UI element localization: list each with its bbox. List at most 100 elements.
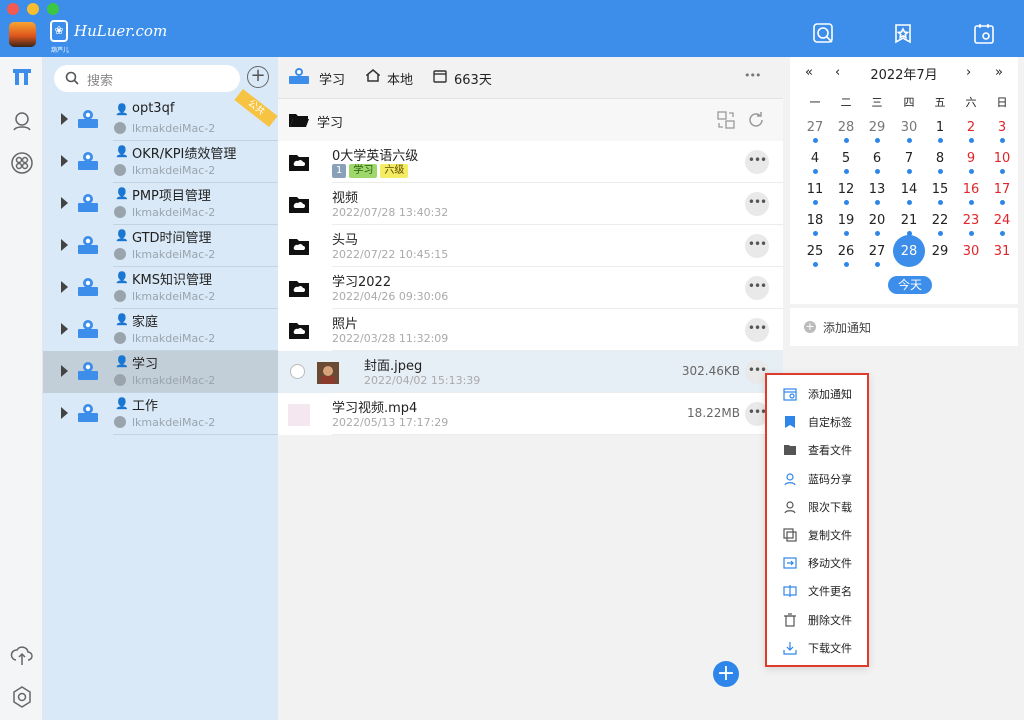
calendar-day[interactable]: 24 — [989, 213, 1015, 228]
next-year-button[interactable]: » — [995, 65, 1003, 80]
calendar-day[interactable]: 10 — [989, 151, 1015, 166]
calendar-day[interactable]: 7 — [896, 151, 922, 166]
file-row[interactable]: 学习2022 2022/04/26 09:30:06 ••• — [278, 267, 783, 309]
location-label[interactable]: 本地 — [387, 69, 413, 88]
menu-item[interactable]: 添加通知 — [767, 380, 867, 408]
app-icon[interactable] — [9, 22, 36, 47]
calendar-day[interactable]: 3 — [989, 120, 1015, 135]
menu-item[interactable]: 查看文件 — [767, 436, 867, 464]
more-options-button[interactable]: ••• — [745, 318, 769, 342]
file-row[interactable]: 照片 2022/03/28 11:32:09 ••• — [278, 309, 783, 351]
calendar-day[interactable]: 29 — [927, 244, 953, 259]
file-tag[interactable]: 1 — [332, 164, 347, 178]
more-options-button[interactable]: ••• — [745, 234, 769, 258]
select-radio[interactable] — [290, 364, 305, 379]
calendar-day[interactable]: 1 — [927, 120, 953, 135]
library-item[interactable]: 👤 GTD时间管理 lkmakdeiMac-2 — [43, 225, 278, 267]
calendar-day[interactable]: 16 — [958, 182, 984, 197]
more-options-button[interactable]: ••• — [745, 276, 769, 300]
calendar-day[interactable]: 31 — [989, 244, 1015, 259]
settings-icon[interactable] — [10, 685, 34, 709]
menu-item[interactable]: 复制文件 — [767, 521, 867, 549]
calendar-day[interactable]: 22 — [927, 213, 953, 228]
menu-item[interactable]: 移动文件 — [767, 549, 867, 577]
calendar-day[interactable]: 14 — [896, 182, 922, 197]
calendar-day[interactable]: 29 — [864, 120, 890, 135]
calendar-day[interactable]: 8 — [927, 151, 953, 166]
calendar-day[interactable]: 5 — [833, 151, 859, 166]
calendar-day[interactable]: 28 — [833, 120, 859, 135]
file-tag[interactable]: 六级 — [380, 164, 409, 178]
expand-arrow-icon[interactable] — [61, 281, 68, 293]
file-row[interactable]: 封面.jpeg 2022/04/02 15:13:39 302.46KB ••• — [278, 351, 783, 393]
file-row[interactable]: 视频 2022/07/28 13:40:32 ••• — [278, 183, 783, 225]
menu-item[interactable]: 限次下载 — [767, 493, 867, 521]
file-row[interactable]: 0大学英语六级 1 学习 六级 ••• — [278, 141, 783, 183]
library-item[interactable]: 👤 opt3qf lkmakdeiMac-2 公共 — [43, 88, 278, 141]
sync-icon[interactable] — [716, 110, 736, 134]
calendar-day[interactable]: 30 — [958, 244, 984, 259]
current-library-label[interactable]: 学习 — [319, 69, 345, 88]
more-options-button[interactable]: ••• — [745, 192, 769, 216]
calendar-day[interactable]: 17 — [989, 182, 1015, 197]
file-tag[interactable]: 学习 — [349, 164, 378, 178]
expand-arrow-icon[interactable] — [61, 365, 68, 377]
grid-icon[interactable] — [10, 151, 34, 175]
calendar-day[interactable]: 23 — [958, 213, 984, 228]
calendar-day[interactable]: 2 — [958, 120, 984, 135]
calendar-day[interactable]: 11 — [802, 182, 828, 197]
more-options-button[interactable]: ••• — [745, 150, 769, 174]
expand-arrow-icon[interactable] — [61, 239, 68, 251]
calendar-day[interactable]: 18 — [802, 213, 828, 228]
calendar-day[interactable]: 25 — [802, 244, 828, 259]
close-window-button[interactable] — [7, 3, 19, 15]
cloud-upload-icon[interactable] — [10, 643, 34, 667]
file-row[interactable]: 学习视频.mp4 2022/05/13 17:17:29 18.22MB ••• — [278, 393, 783, 435]
minimize-window-button[interactable] — [27, 3, 39, 15]
add-notification-row[interactable]: + 添加通知 — [790, 308, 1018, 346]
calendar-day[interactable]: 19 — [833, 213, 859, 228]
library-item[interactable]: 👤 PMP项目管理 lkmakdeiMac-2 — [43, 183, 278, 225]
calendar-icon[interactable] — [972, 22, 996, 46]
menu-item[interactable]: 文件更名 — [767, 577, 867, 605]
menu-item[interactable]: 自定标签 — [767, 408, 867, 436]
calendar-day[interactable]: 21 — [896, 213, 922, 228]
person-icon[interactable] — [10, 109, 34, 133]
calendar-day[interactable]: 12 — [833, 182, 859, 197]
calendar-day[interactable]: 13 — [864, 182, 890, 197]
calendar-day-today[interactable]: 28 — [896, 244, 922, 259]
zoom-window-button[interactable] — [47, 3, 59, 15]
today-button[interactable]: 今天 — [888, 276, 932, 294]
calendar-day[interactable]: 20 — [864, 213, 890, 228]
search-input[interactable]: 搜索 — [54, 65, 240, 92]
calendar-day[interactable]: 6 — [864, 151, 890, 166]
library-item[interactable]: 👤 KMS知识管理 lkmakdeiMac-2 — [43, 267, 278, 309]
expand-arrow-icon[interactable] — [61, 155, 68, 167]
library-item[interactable]: 👤 学习 lkmakdeiMac-2 — [43, 351, 278, 393]
add-library-button[interactable]: + — [247, 66, 269, 88]
header-more-button[interactable]: ••• — [744, 69, 761, 82]
add-file-button[interactable]: + — [713, 661, 739, 687]
search-icon[interactable] — [812, 22, 836, 46]
calendar-day[interactable]: 26 — [833, 244, 859, 259]
refresh-icon[interactable] — [746, 110, 766, 134]
library-item[interactable]: 👤 工作 lkmakdeiMac-2 — [43, 393, 278, 435]
app-home-icon[interactable] — [10, 65, 34, 89]
library-item[interactable]: 👤 OKR/KPI绩效管理 lkmakdeiMac-2 — [43, 141, 278, 183]
calendar-day[interactable]: 15 — [927, 182, 953, 197]
expand-arrow-icon[interactable] — [61, 113, 68, 125]
calendar-day[interactable]: 9 — [958, 151, 984, 166]
calendar-day[interactable]: 27 — [802, 120, 828, 135]
calendar-day[interactable]: 27 — [864, 244, 890, 259]
expand-arrow-icon[interactable] — [61, 323, 68, 335]
expand-arrow-icon[interactable] — [61, 407, 68, 419]
library-item[interactable]: 👤 家庭 lkmakdeiMac-2 — [43, 309, 278, 351]
file-row[interactable]: 头马 2022/07/22 10:45:15 ••• — [278, 225, 783, 267]
menu-item[interactable]: 下载文件 — [767, 634, 867, 662]
menu-item[interactable]: 删除文件 — [767, 606, 867, 634]
calendar-day[interactable]: 30 — [896, 120, 922, 135]
next-month-button[interactable]: › — [966, 65, 971, 80]
menu-item[interactable]: 蓝码分享 — [767, 465, 867, 493]
tag-icon[interactable] — [891, 22, 915, 46]
calendar-day[interactable]: 4 — [802, 151, 828, 166]
